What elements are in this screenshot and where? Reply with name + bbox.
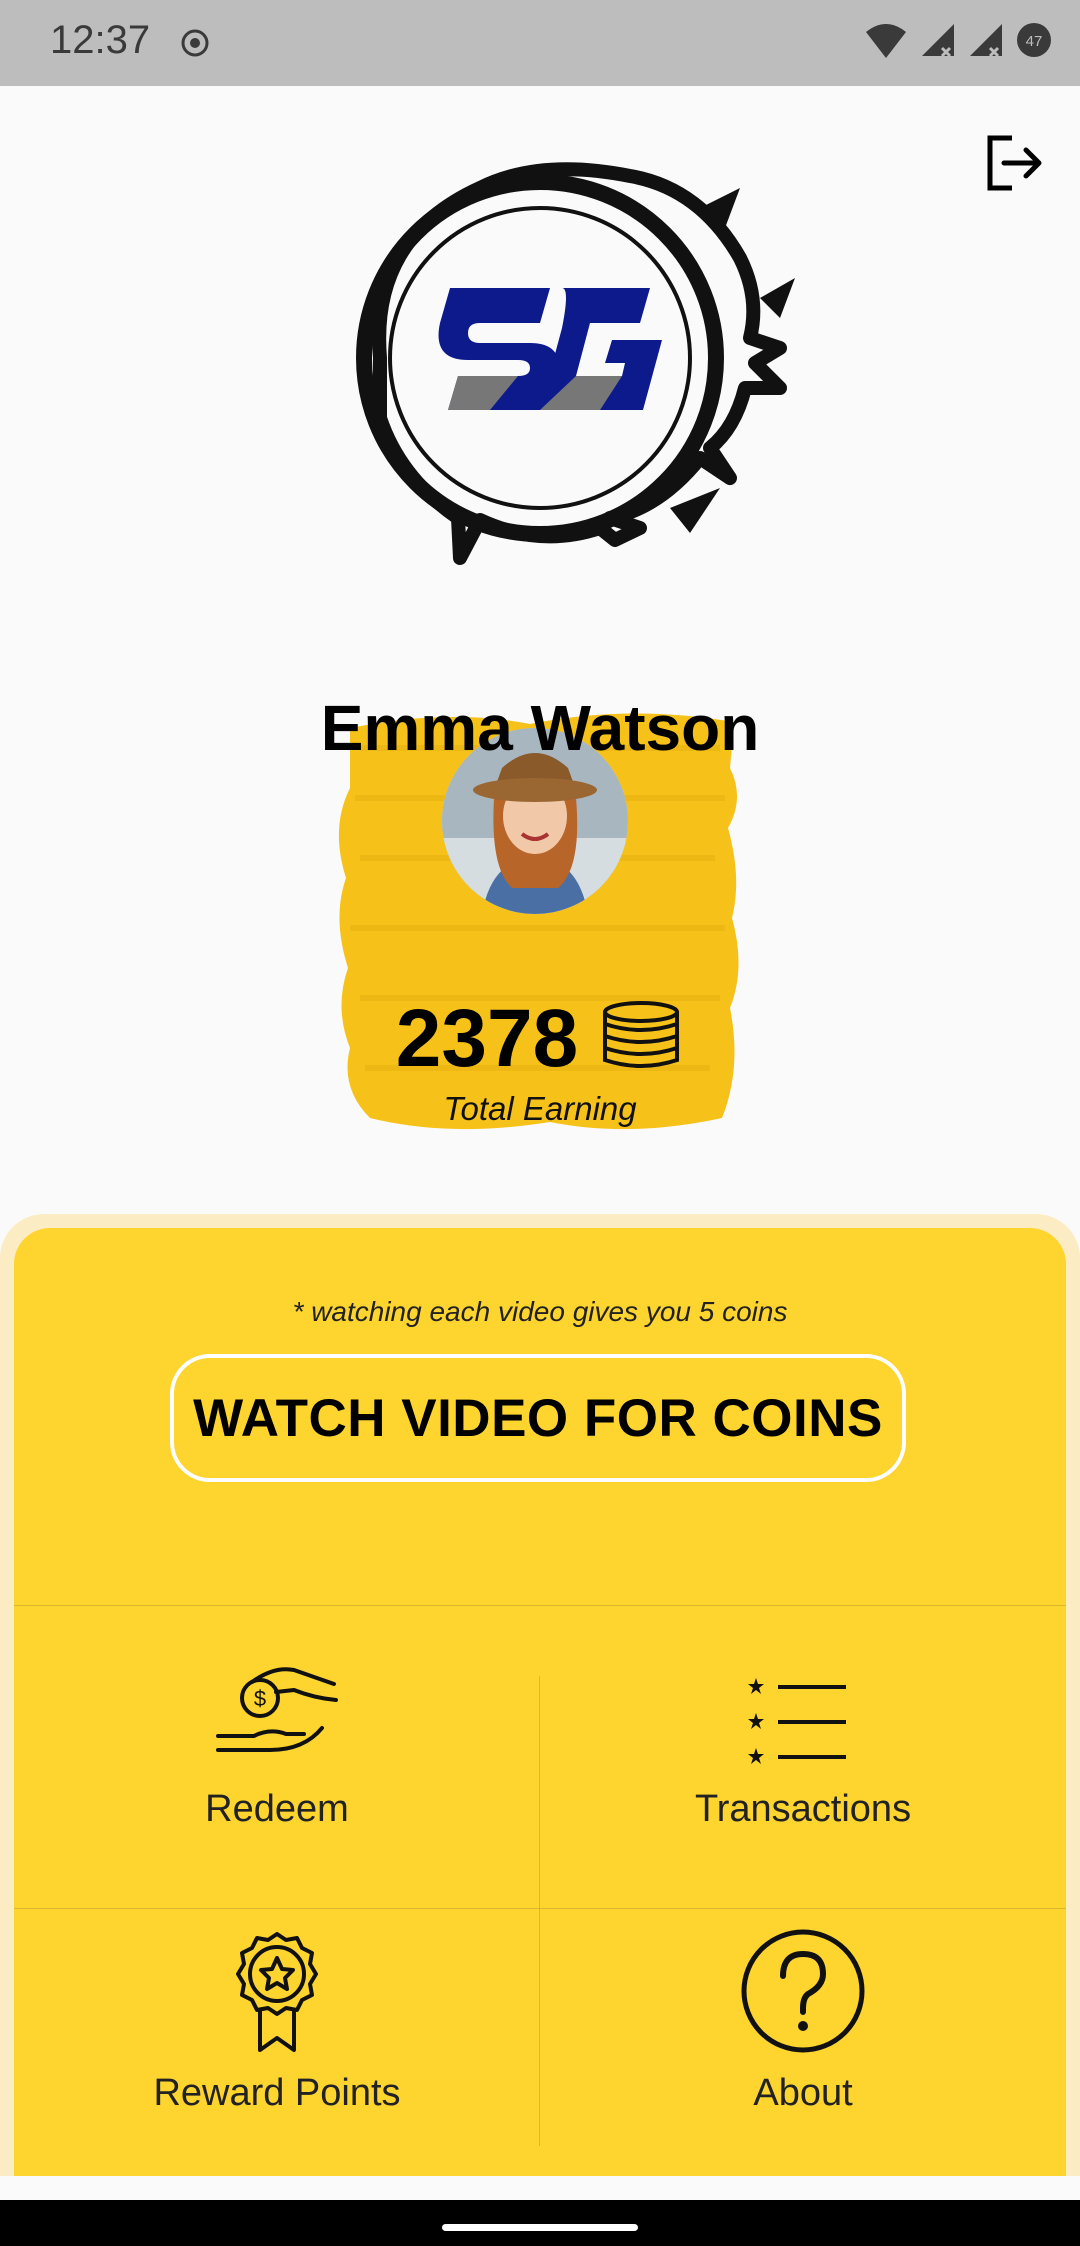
- divider: [14, 1605, 1066, 1606]
- record-indicator-icon: [181, 29, 209, 57]
- logout-icon[interactable]: [982, 132, 1044, 194]
- reward-points-label: Reward Points: [153, 2072, 401, 2114]
- reward-points-tile[interactable]: Reward Points: [14, 1910, 540, 2210]
- hand-coin-icon: $: [216, 1667, 338, 1752]
- status-icons: 47: [864, 20, 1054, 60]
- bottom-spacer: [0, 2176, 1080, 2200]
- signal-icon: [922, 24, 954, 58]
- question-circle-icon: [741, 1929, 865, 2053]
- transactions-label: Transactions: [694, 1788, 912, 1830]
- home-gesture-handle[interactable]: [442, 2224, 638, 2231]
- coin-balance: 2378: [0, 998, 1080, 1080]
- star-list-icon: [748, 1678, 846, 1764]
- status-bar: 12:37 47: [0, 0, 1080, 86]
- wifi-icon: [866, 24, 906, 58]
- about-tile[interactable]: About: [540, 1910, 1066, 2210]
- coins-hint: * watching each video gives you 5 coins: [292, 1296, 788, 1327]
- divider: [14, 1908, 1066, 1909]
- total-earning-label: Total Earning: [443, 1090, 637, 1127]
- action-panel: * watching each video gives you 5 coins …: [0, 1214, 1080, 2176]
- transactions-tile[interactable]: Transactions: [540, 1608, 1066, 1908]
- app-logo: [356, 162, 795, 565]
- about-label: About: [753, 2072, 853, 2114]
- redeem-label: Redeem: [205, 1788, 349, 1830]
- coin-stack-icon: [603, 1001, 680, 1068]
- battery-icon: 47: [1017, 23, 1051, 57]
- redeem-tile[interactable]: $ Redeem: [14, 1608, 540, 1908]
- signal-icon-2: [970, 24, 1002, 58]
- watch-video-button[interactable]: WATCH VIDEO FOR COINS: [170, 1354, 906, 1482]
- user-name: Emma Watson: [320, 692, 760, 764]
- award-badge-icon: [236, 1932, 318, 2052]
- coin-count: 2378: [395, 993, 579, 1084]
- svg-text:47: 47: [1026, 33, 1043, 50]
- action-panel-inner: * watching each video gives you 5 coins …: [14, 1228, 1066, 2176]
- svg-text:$: $: [254, 1686, 266, 1711]
- status-time: 12:37: [50, 18, 151, 62]
- system-nav-bar: [0, 2200, 1080, 2246]
